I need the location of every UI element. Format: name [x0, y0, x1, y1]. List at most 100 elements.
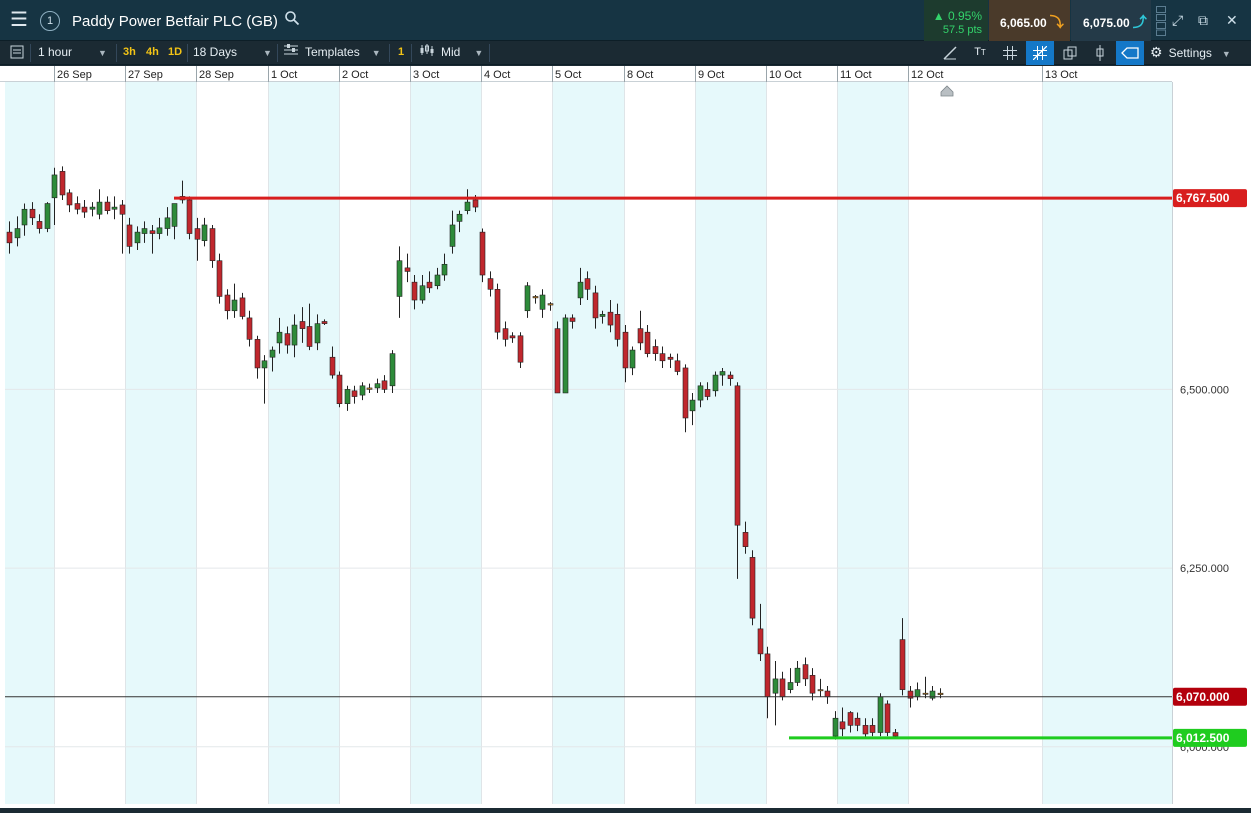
- popout-icon[interactable]: ⧉: [1198, 12, 1208, 29]
- candle-body: [577, 281, 584, 299]
- candle-body: [276, 331, 283, 344]
- candle-body: [306, 326, 313, 347]
- candle-body: [779, 678, 786, 698]
- range-select[interactable]: 18 Days ▼: [193, 41, 273, 65]
- crosshair-grid-toggle[interactable]: [1026, 41, 1054, 65]
- toolbar-divider: [389, 44, 390, 62]
- candle-body: [509, 335, 516, 339]
- candle-body: [336, 374, 343, 404]
- price-chart[interactable]: 26 Sep 27 Sep 28 Sep 1 Oct 2 Oct 3 Oct 4 Oct 5 …: [0, 66, 1251, 808]
- quick-interval-4h[interactable]: 4h: [146, 41, 159, 65]
- menu-icon[interactable]: ☰: [0, 0, 38, 41]
- day-shading-band: [268, 82, 339, 804]
- candle-body: [119, 204, 126, 215]
- buy-price-button[interactable]: 6,075.00 ⤴: [1071, 0, 1151, 41]
- candle-body: [6, 231, 13, 244]
- candle-body: [126, 224, 133, 247]
- date-tick-label: 26 Sep: [57, 69, 92, 81]
- candle-body: [794, 667, 801, 683]
- candle-body: [892, 732, 899, 737]
- close-icon[interactable]: ✕: [1226, 12, 1238, 29]
- date-tick-label: 12 Oct: [911, 69, 943, 81]
- candle-body: [569, 317, 576, 322]
- grid-icon[interactable]: [998, 41, 1022, 65]
- toolbar-divider: [187, 44, 188, 62]
- date-tick-label: 28 Sep: [199, 69, 234, 81]
- quick-interval-1d[interactable]: 1D: [168, 41, 182, 65]
- candle-type-icon[interactable]: [1088, 41, 1112, 65]
- interval-select[interactable]: 1 hour ▼: [38, 41, 116, 65]
- candle-body: [772, 678, 779, 694]
- candle-body: [809, 675, 816, 694]
- chevron-down-icon: ▼: [98, 48, 107, 58]
- candle-body: [839, 721, 846, 730]
- price-type-select[interactable]: Mid ▼: [419, 41, 489, 65]
- candle-body: [299, 321, 306, 329]
- tag-icon: [1121, 47, 1139, 59]
- candle-body: [21, 208, 28, 226]
- toolbar-divider: [277, 44, 278, 62]
- candle-body: [742, 532, 749, 547]
- candle-body: [659, 353, 666, 362]
- layout-list-icon[interactable]: [6, 41, 30, 65]
- templates-select[interactable]: Templates ▼: [283, 41, 383, 65]
- candle-body: [434, 274, 441, 287]
- candle-body: [517, 335, 524, 363]
- gear-icon: ⚙: [1150, 44, 1163, 60]
- candle-body: [914, 689, 921, 698]
- candle-body: [164, 217, 171, 229]
- candle-body: [539, 294, 546, 310]
- date-tick-label: 27 Sep: [128, 69, 163, 81]
- sell-arrow-icon: ⤵: [1049, 14, 1064, 30]
- depth-ladder-icon[interactable]: [1156, 6, 1166, 39]
- up-arrow-icon: ▲: [932, 9, 945, 23]
- chart-area[interactable]: 26 Sep 27 Sep 28 Sep 1 Oct 2 Oct 3 Oct 4 Oct 5 …: [0, 66, 1251, 808]
- candle-body: [749, 557, 756, 619]
- candle-body: [614, 314, 621, 340]
- price-tick-label: 6,250.000: [1180, 563, 1229, 575]
- candle-body: [607, 311, 614, 326]
- candle-body: [149, 230, 156, 234]
- date-tick-label: 4 Oct: [484, 69, 510, 81]
- candle-body: [269, 349, 276, 358]
- change-percent: ▲ 0.95%: [924, 9, 982, 23]
- candle-body: [291, 324, 298, 346]
- draw-line-icon[interactable]: [938, 41, 962, 65]
- window-number-badge[interactable]: 1: [40, 11, 60, 31]
- candle-body: [787, 682, 794, 690]
- candle-body: [592, 292, 599, 319]
- candle-body: [817, 689, 824, 692]
- text-tool-icon[interactable]: TT: [968, 41, 992, 65]
- settings-button[interactable]: ⚙ Settings ▼: [1150, 41, 1250, 65]
- instrument-title[interactable]: Paddy Power Betfair PLC (GB): [72, 0, 278, 41]
- search-icon[interactable]: [284, 10, 304, 30]
- clone-icon[interactable]: [1058, 41, 1082, 65]
- candle-body: [524, 285, 531, 312]
- chevron-down-icon: ▼: [474, 48, 484, 58]
- date-tick-label: 2 Oct: [342, 69, 368, 81]
- date-tick-label: 13 Oct: [1045, 69, 1077, 81]
- label-tag-toggle[interactable]: [1116, 41, 1144, 65]
- expand-icon[interactable]: ⤢: [1172, 12, 1183, 29]
- candle-body: [734, 385, 741, 526]
- candle-body: [824, 690, 831, 698]
- candle-body: [869, 725, 876, 733]
- day-shading-band: [695, 82, 766, 804]
- candle-body: [261, 360, 268, 369]
- quick-interval-3h[interactable]: 3h: [123, 41, 136, 65]
- candle-body: [284, 333, 291, 346]
- candle-body: [141, 228, 148, 234]
- day-shading-band: [837, 82, 908, 804]
- candle-body: [764, 653, 771, 698]
- sell-price-button[interactable]: 6,065.00 ⤵: [989, 0, 1070, 41]
- candle-body: [456, 213, 463, 222]
- date-tick-label: 10 Oct: [769, 69, 801, 81]
- templates-count-badge[interactable]: 1: [398, 41, 404, 65]
- candle-body: [584, 278, 591, 290]
- candle-body: [682, 367, 689, 419]
- candle-body: [66, 192, 73, 206]
- candle-body: [134, 231, 141, 244]
- candle-body: [487, 278, 494, 290]
- candle-body: [704, 389, 711, 397]
- day-shading-band: [552, 82, 624, 804]
